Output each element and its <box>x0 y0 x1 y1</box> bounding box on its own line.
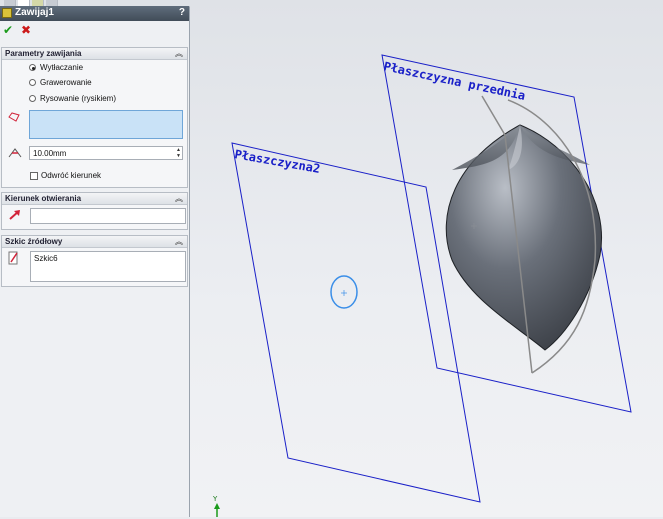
triad-y-label: Y <box>212 495 218 503</box>
radio-dot[interactable] <box>29 95 36 102</box>
plane-2[interactable]: Płaszczyzna2 <box>231 142 481 503</box>
ok-check-icon[interactable]: ✔ <box>3 23 13 37</box>
sketch-icon <box>8 251 18 265</box>
checkbox-label: Odwróć kierunek <box>41 171 102 180</box>
radio-dot[interactable] <box>29 64 36 71</box>
group-title: Kierunek otwierania <box>5 194 82 203</box>
cancel-x-icon[interactable]: ✖ <box>21 23 31 37</box>
group-wrap-parameters: Parametry zawijania ︽ Wytłaczanie Grawer… <box>1 47 188 188</box>
spin-arrows-icon[interactable]: ▲ ▼ <box>176 147 181 159</box>
feature-titlebar: Zawijaj1 ? <box>0 6 189 21</box>
pull-direction-field[interactable] <box>30 208 186 224</box>
group-header[interactable]: Kierunek otwierania ︽ <box>2 193 187 205</box>
face-selection-box[interactable] <box>29 110 183 139</box>
help-button[interactable]: ? <box>179 7 185 18</box>
triad-icon: Y <box>212 495 220 517</box>
wrapped-body[interactable] <box>445 124 602 351</box>
feature-title: Zawijaj1 <box>15 7 54 18</box>
radio-label: Grawerowanie <box>40 78 92 87</box>
face-select-icon <box>8 112 20 122</box>
direction-arrow-icon <box>9 210 20 220</box>
radio-label: Rysowanie (rysikiem) <box>40 94 117 103</box>
radio-dot[interactable] <box>29 79 36 86</box>
front-plane-label: Płaszczyzna przednia <box>382 59 526 103</box>
group-header[interactable]: Szkic źródłowy ︽ <box>2 236 187 248</box>
collapse-chevron-icon[interactable]: ︽ <box>175 236 183 247</box>
group-title: Parametry zawijania <box>5 49 82 58</box>
group-pull-direction: Kierunek otwierania ︽ <box>1 192 188 230</box>
collapse-chevron-icon[interactable]: ︽ <box>175 48 183 59</box>
feature-icon <box>2 8 12 18</box>
thickness-icon <box>8 148 22 158</box>
checkbox-box[interactable] <box>30 172 38 180</box>
thickness-value: 10.00mm <box>33 149 67 158</box>
sketch-name: Szkic6 <box>34 254 58 263</box>
viewport-canvas[interactable]: Płaszczyzna przednia Płaszczyzna2 Y <box>190 0 663 517</box>
thickness-spinbox[interactable]: 10.00mm ▲ ▼ <box>29 146 183 160</box>
sketch-circle[interactable] <box>330 275 358 309</box>
plane-2-label: Płaszczyzna2 <box>233 147 321 176</box>
radio-label: Wytłaczanie <box>40 63 84 72</box>
group-source-sketch: Szkic źródłowy ︽ Szkic6 <box>1 235 188 287</box>
source-sketch-list[interactable]: Szkic6 <box>30 251 186 282</box>
property-manager: Zawijaj1 ? ✔ ✖ Parametry zawijania ︽ Wyt… <box>0 0 190 517</box>
graphics-viewport[interactable]: Płaszczyzna przednia Płaszczyzna2 Y <box>190 0 663 517</box>
collapse-chevron-icon[interactable]: ︽ <box>175 193 183 204</box>
group-title: Szkic źródłowy <box>5 237 63 246</box>
group-header[interactable]: Parametry zawijania ︽ <box>2 48 187 60</box>
